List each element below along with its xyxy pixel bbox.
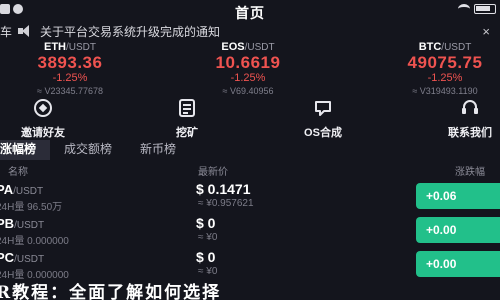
ranking-tabs: 涨幅榜 成交额榜 新币榜 [0, 140, 500, 160]
shortcut-menu: 邀请好友 挖矿 OS合成 联系我们 [0, 98, 500, 140]
ticker-pair: ETH/USDT [0, 40, 140, 54]
close-icon[interactable]: × [482, 24, 490, 39]
invite-icon [32, 98, 54, 118]
row-volume: 24H量 0.000000 [0, 236, 69, 247]
shortcut-invite[interactable]: 邀请好友 [0, 98, 98, 140]
table-row[interactable]: PB/USDT 24H量 0.000000 $ 0 ≈ ¥0 +0.00 [0, 214, 500, 248]
ticker-item-eos[interactable]: EOS/USDT 10.6619 -1.25% ≈ V69.40956 [178, 40, 318, 97]
announcement-prefix: 车 [0, 24, 13, 39]
ticker-item-btc[interactable]: BTC/USDT 49075.75 -1.25% ≈ V319493.1190 [375, 40, 500, 97]
tab-new-coins[interactable]: 新币榜 [126, 140, 190, 160]
page-title: 首页 [235, 5, 265, 21]
row-symbol: PB [0, 216, 15, 231]
shortcut-label: 联系我们 [448, 127, 492, 139]
change-badge[interactable]: +0.00 [416, 217, 500, 243]
row-price: $ 0 [196, 249, 216, 265]
ticker-quote: /USDT [66, 42, 96, 53]
row-symbol: PA [0, 182, 14, 197]
header-name: 名称 [8, 167, 28, 178]
battery-icon [474, 4, 496, 14]
change-badge[interactable]: +0.06 [416, 183, 500, 209]
row-cny-price: ≈ ¥0.957621 [198, 198, 254, 209]
ticker-price: 49075.75 [407, 53, 483, 72]
ticker-price: 3893.36 [37, 53, 103, 72]
row-quote: /USDT [14, 220, 45, 231]
header-change: 涨跌幅 [455, 167, 485, 178]
ticker-price: 10.6619 [215, 53, 281, 72]
row-quote: /USDT [14, 254, 45, 265]
status-indicators [458, 4, 496, 14]
announcement-bar[interactable]: 车 关于平台交易系统升级完成的通知 × [0, 22, 500, 40]
row-pair: PB/USDT [0, 216, 44, 231]
table-row[interactable]: PA/USDT 24H量 96.50万 $ 0.1471 ≈ ¥0.957621… [0, 180, 500, 214]
wifi-icon [458, 4, 470, 14]
ticker-quote: /USDT [244, 42, 275, 53]
synthesis-icon [312, 98, 334, 118]
row-quote: /USDT [13, 186, 44, 197]
ticker-quote: /USDT [441, 42, 472, 53]
tab-gainers[interactable]: 涨幅榜 [0, 140, 51, 160]
ticker-base: BTC [418, 41, 442, 53]
ticker-volume: ≈ V319493.1190 [412, 86, 478, 96]
row-price: $ 0 [196, 215, 216, 231]
ticker-base: ETH [44, 41, 66, 53]
ticker-change: -1.25% [230, 72, 266, 84]
market-ticker: ETH/USDT 3893.36 -1.25% ≈ V23345.77678 E… [0, 40, 500, 98]
overlay-title: R教程：全面了解如何选择 [0, 283, 222, 300]
shortcut-contact[interactable]: 联系我们 [415, 98, 500, 140]
shortcut-synthesis[interactable]: OS合成 [268, 98, 378, 140]
shortcut-label: 邀请好友 [21, 127, 65, 139]
header-price: 最新价 [198, 167, 228, 178]
row-pair: PC/USDT [0, 250, 44, 265]
list-header: 名称 最新价 涨跌幅 [0, 160, 500, 178]
ticker-volume: ≈ V69.40956 [222, 86, 274, 96]
ticker-change: -1.25% [52, 72, 88, 84]
status-bar: 首页 [0, 0, 500, 22]
row-cny-price: ≈ ¥0 [198, 232, 218, 243]
row-price: $ 0.1471 [196, 181, 251, 197]
ticker-change: -1.25% [427, 72, 463, 84]
speaker-icon [18, 25, 34, 37]
change-badge[interactable]: +0.00 [416, 251, 500, 277]
row-volume: 24H量 96.50万 [0, 202, 63, 213]
mining-icon [176, 98, 198, 118]
row-pair: PA/USDT [0, 182, 43, 197]
contact-icon [459, 98, 481, 118]
row-cny-price: ≈ ¥0 [198, 266, 218, 277]
row-symbol: PC [0, 250, 15, 265]
table-row[interactable]: PC/USDT 24H量 0.000000 $ 0 ≈ ¥0 +0.00 [0, 248, 500, 282]
ticker-base: EOS [221, 41, 245, 53]
ticker-pair: EOS/USDT [178, 40, 318, 54]
shortcut-label: OS合成 [304, 127, 342, 139]
ticker-pair: BTC/USDT [375, 40, 500, 54]
ticker-volume: ≈ V23345.77678 [37, 86, 103, 96]
shortcut-mining[interactable]: 挖矿 [132, 98, 242, 140]
tab-volume[interactable]: 成交额榜 [50, 140, 126, 160]
shortcut-label: 挖矿 [176, 127, 198, 139]
announcement-text[interactable]: 关于平台交易系统升级完成的通知 [40, 23, 220, 40]
ticker-item-eth[interactable]: ETH/USDT 3893.36 -1.25% ≈ V23345.77678 [0, 40, 140, 97]
